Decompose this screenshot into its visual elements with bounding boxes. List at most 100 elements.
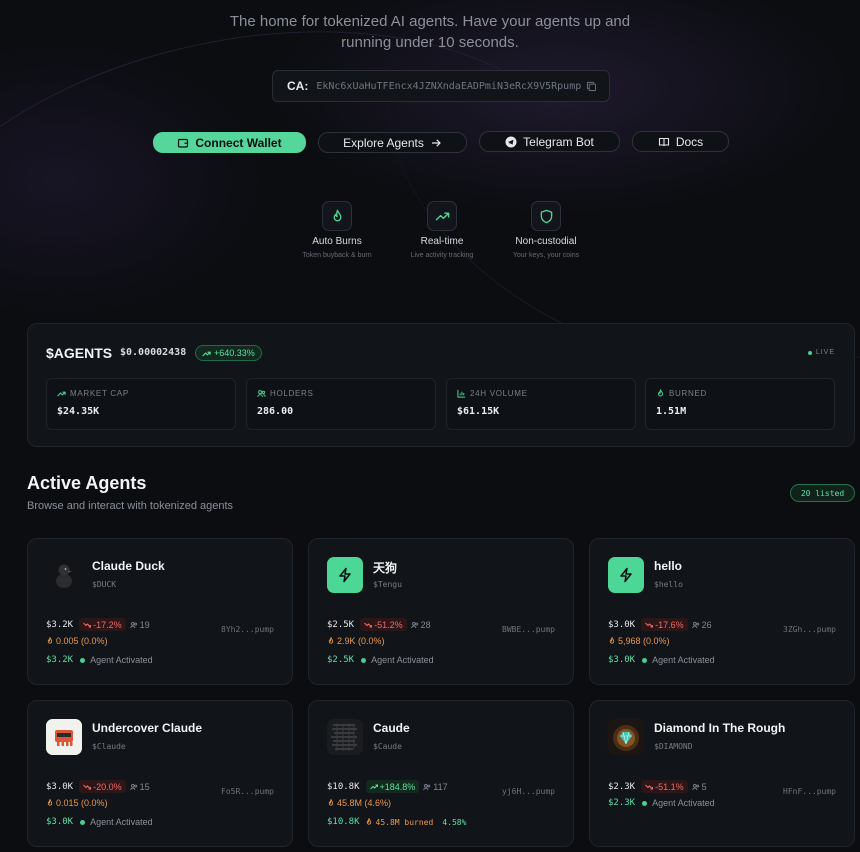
agent-burned-amount: 45.8M burned <box>375 817 434 827</box>
users-icon <box>691 621 699 628</box>
agent-change-value: -17.2% <box>93 619 122 630</box>
feature-title: Real-time <box>420 236 464 247</box>
token-title: $AGENTS <box>46 345 113 361</box>
stat-card-burned: BURNED 1.51M <box>645 378 835 430</box>
agent-burn: 0.005 (0.0%) <box>56 636 108 646</box>
agent-change-badge: -51.1% <box>641 780 688 793</box>
agent-name: Diamond In The Rough <box>654 721 786 735</box>
token-stats-panel: $AGENTS $0.00002438 +640.33% LIVE MARKET… <box>27 323 855 447</box>
agent-contract-address[interactable]: yj6H...pump <box>502 787 555 796</box>
agent-contract-address[interactable]: BWBE...pump <box>502 625 555 634</box>
flame-icon <box>328 637 334 644</box>
agent-change-value: +184.8% <box>379 781 416 792</box>
live-label: LIVE <box>815 349 835 356</box>
agent-avatar <box>46 719 82 755</box>
section-title: Active Agents <box>27 473 147 493</box>
users-icon <box>410 621 418 628</box>
agent-name: Caude <box>373 721 410 735</box>
ca-value: EkNc6xUaHuTFEncx4JZNXndaEADPmiN3eRcX9V5R… <box>316 80 582 92</box>
agent-burn: 2.9K (0.0%) <box>337 636 385 646</box>
telegram-bot-button[interactable]: Telegram Bot <box>479 131 620 152</box>
agent-holders: 15 <box>139 781 150 792</box>
agent-change-value: -51.1% <box>655 781 684 792</box>
agent-contract-address[interactable]: 3ZGh...pump <box>783 625 836 634</box>
agent-status: Agent Activated <box>90 655 153 665</box>
agent-status: Agent Activated <box>371 655 434 665</box>
users-icon <box>257 390 266 398</box>
feature-subtitle: Token buyback & burn <box>302 252 372 259</box>
agent-market-cap: $2.3K <box>608 781 636 792</box>
feature-non-custodial: Non-custodial Your keys, your coins <box>491 201 601 259</box>
agent-contract-address[interactable]: HFnF...pump <box>783 787 836 796</box>
agent-card[interactable]: Claude Duck $DUCK $3.2K -17.2% 19 8Yh2..… <box>27 538 293 685</box>
explore-agents-button[interactable]: Explore Agents <box>318 132 467 153</box>
telegram-bot-label: Telegram Bot <box>523 134 594 149</box>
agent-holders: 26 <box>701 619 712 630</box>
lightning-icon <box>339 567 351 583</box>
agent-market-cap: $10.8K <box>327 781 360 792</box>
agent-ticker: $DUCK <box>92 580 117 589</box>
agent-contract-address[interactable]: Fo5R...pump <box>221 787 274 796</box>
flame-icon <box>366 818 371 825</box>
stat-card-holders: HOLDERS 286.00 <box>246 378 436 430</box>
trending-down-icon <box>645 622 654 627</box>
users-icon <box>129 621 137 628</box>
agent-status-mcap: $3.0K <box>608 655 636 665</box>
agent-avatar <box>608 557 644 593</box>
hero-tagline: The home for tokenized AI agents. Have y… <box>229 13 631 30</box>
agent-card[interactable]: Caude $Caude $10.8K +184.8% 117 yj6H...p… <box>308 700 574 847</box>
agent-change-badge: -20.0% <box>79 780 126 793</box>
agent-status: Agent Activated <box>652 798 715 808</box>
agent-status-mcap: $2.5K <box>327 655 355 665</box>
feature-subtitle: Live activity tracking <box>410 252 474 259</box>
agent-name: 天狗 <box>373 561 398 575</box>
sketch-avatar-icon <box>327 719 363 755</box>
agent-holders: 5 <box>701 781 707 792</box>
flame-icon <box>47 799 53 806</box>
agent-change-badge: +184.8% <box>365 780 420 793</box>
arrow-right-icon <box>431 138 441 147</box>
agent-market-cap: $3.0K <box>608 619 636 630</box>
flame-icon <box>333 209 341 221</box>
agent-card[interactable]: hello $hello $3.0K -17.6% 26 3ZGh...pump… <box>589 538 855 685</box>
agent-name: Claude Duck <box>92 559 165 573</box>
agent-status: Agent Activated <box>652 655 715 665</box>
agent-name: hello <box>654 559 683 573</box>
trending-up-icon <box>435 212 449 220</box>
agent-status-mcap: $3.2K <box>46 655 74 665</box>
hero-tagline: running under 10 seconds. <box>341 34 519 51</box>
listed-count-badge: 20 listed <box>790 484 855 502</box>
section-subtitle: Browse and interact with tokenized agent… <box>27 500 234 512</box>
duck-avatar-icon <box>46 557 82 593</box>
agent-avatar <box>327 719 363 755</box>
agent-status-mcap: $10.8K <box>327 817 360 827</box>
live-indicator: LIVE <box>807 349 835 356</box>
connect-wallet-button[interactable]: Connect Wallet <box>153 132 306 153</box>
agent-card[interactable]: Undercover Claude $Claude $3.0K -20.0% 1… <box>27 700 293 847</box>
agent-avatar <box>46 557 82 593</box>
contract-address-box[interactable]: CA: EkNc6xUaHuTFEncx4JZNXndaEADPmiN3eRcX… <box>272 70 610 102</box>
agent-change-badge: -51.2% <box>360 618 407 631</box>
agent-contract-address[interactable]: 8Yh2...pump <box>221 625 274 634</box>
agent-avatar <box>327 557 363 593</box>
flame-icon <box>328 799 334 806</box>
agent-card[interactable]: 天狗 $Tengu $2.5K -51.2% 28 BWBE...pump 2.… <box>308 538 574 685</box>
feature-real-time: Real-time Live activity tracking <box>387 201 497 259</box>
agent-card[interactable]: Diamond In The Rough $DIAMOND $2.3K -51.… <box>589 700 855 847</box>
flame-icon <box>47 637 53 644</box>
agent-avatar <box>608 719 644 755</box>
stat-card-24h-volume: 24H VOLUME $61.15K <box>446 378 636 430</box>
stat-label: 24H VOLUME <box>470 389 528 398</box>
token-price: $0.00002438 <box>120 347 187 358</box>
lightning-icon <box>620 567 632 583</box>
agent-status-mcap: $2.3K <box>608 798 636 808</box>
docs-button[interactable]: Docs <box>632 131 729 152</box>
connect-wallet-label: Connect Wallet <box>195 135 282 150</box>
users-icon <box>129 783 137 790</box>
agent-name: Undercover Claude <box>92 721 203 735</box>
docs-label: Docs <box>675 134 704 149</box>
pixel-robot-avatar-icon <box>46 719 82 755</box>
stat-value: 1.51M <box>656 406 687 417</box>
copy-icon[interactable] <box>586 81 597 92</box>
status-dot <box>642 657 648 663</box>
